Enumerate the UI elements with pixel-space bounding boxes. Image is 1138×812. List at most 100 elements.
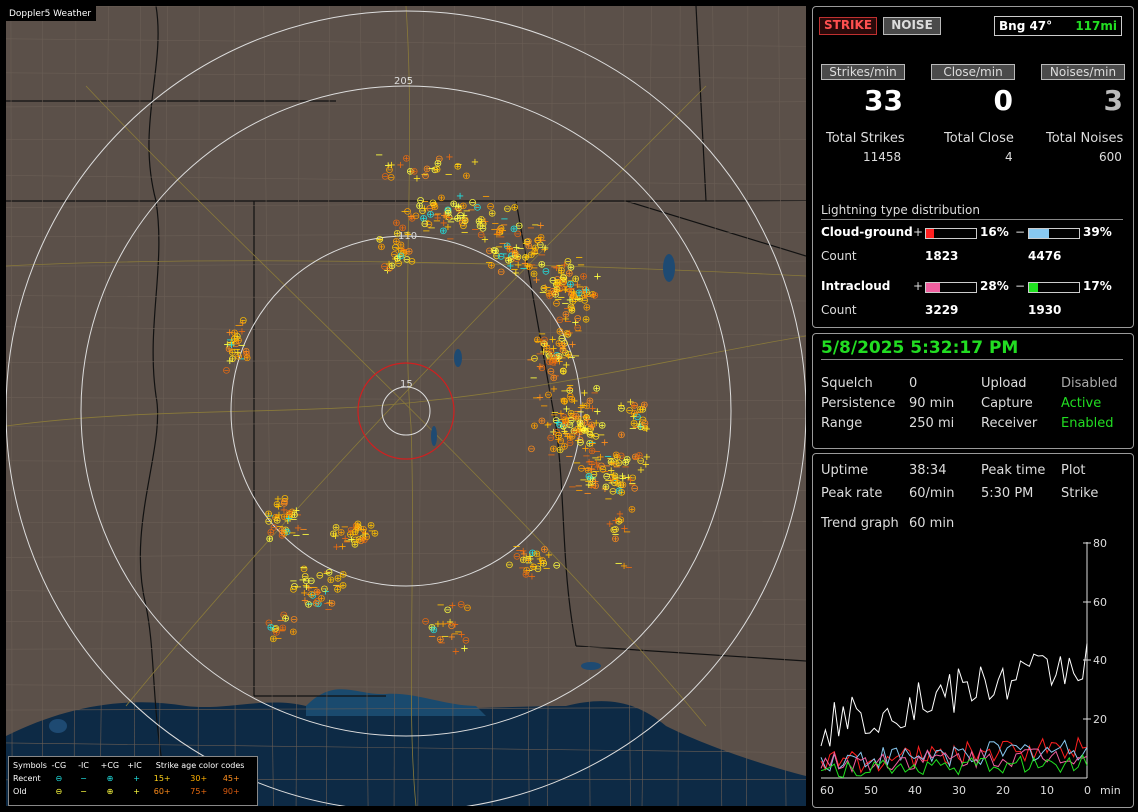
strike-marker: + bbox=[227, 340, 235, 351]
strike-marker: ⊕ bbox=[582, 314, 590, 325]
plot-value[interactable]: Strike bbox=[1061, 486, 1098, 501]
strike-marker: ⊖ bbox=[444, 605, 452, 616]
strike-marker: ⊕ bbox=[585, 472, 593, 483]
legend-old-age-1: 60+ bbox=[153, 787, 171, 796]
total-close-label: Total Close bbox=[944, 131, 1014, 146]
strike-marker: + bbox=[226, 328, 234, 339]
strike-markers: ⊕+⊖⊕ ⊖+⊕+ ⊖⊖−− ⊖⊕⊖++⊖⊕−⊖−− −+− ⊕⊖⊖⊖⊕ ⊖⊖−⊖+⊖⊕⊖−… bbox=[222, 150, 651, 658]
legend-header-neg-ic: -IC bbox=[78, 761, 89, 770]
strike-marker: − bbox=[575, 252, 583, 263]
strike-marker: ⊕ bbox=[561, 419, 569, 430]
cg-pos-pct: 16% bbox=[980, 225, 1009, 239]
strike-marker: ⊕ bbox=[328, 598, 336, 609]
trend-graph-label: Trend graph bbox=[821, 516, 899, 531]
y-tick-40: 40 bbox=[1093, 654, 1107, 667]
strike-marker: ⊖ bbox=[421, 219, 429, 230]
legend-recent-age-1: 15+ bbox=[153, 774, 171, 783]
strike-marker: ⊖ bbox=[421, 171, 429, 182]
capture-label: Capture bbox=[981, 396, 1033, 411]
legend-old-age-2: 75+ bbox=[190, 787, 208, 796]
strike-marker: ⊖ bbox=[497, 267, 505, 278]
strike-marker: − bbox=[575, 481, 583, 492]
strike-marker: ⊖ bbox=[534, 235, 542, 246]
strike-marker: + bbox=[528, 571, 536, 582]
app-title: Doppler5 Weather bbox=[6, 6, 97, 21]
strike-marker: + bbox=[560, 260, 568, 271]
strike-marker: ⊕ bbox=[591, 291, 599, 302]
strike-marker: ⊖ bbox=[555, 431, 563, 442]
strike-marker: ⊖ bbox=[538, 363, 546, 374]
status-panel: 5/8/2025 5:32:17 PM Squelch 0 Upload Dis… bbox=[812, 333, 1134, 449]
legend-recent-pos-cg-icon: ⊕ bbox=[106, 774, 114, 783]
strike-marker: ⊕ bbox=[392, 218, 400, 229]
strike-marker: − bbox=[441, 632, 449, 643]
cg-pos-bar bbox=[925, 228, 977, 239]
strike-marker: ⊖ bbox=[397, 251, 405, 262]
strike-marker: ⊕ bbox=[533, 335, 541, 346]
strike-marker: ⊖ bbox=[556, 315, 564, 326]
peak-time-label: Peak time bbox=[981, 463, 1046, 478]
ic-neg-pct: 17% bbox=[1083, 279, 1112, 293]
strike-marker: ⊕ bbox=[410, 166, 418, 177]
strike-marker: ⊕ bbox=[264, 509, 272, 520]
legend-header-symbols: Symbols bbox=[13, 761, 47, 770]
cg-neg-count: 4476 bbox=[1028, 249, 1062, 263]
strike-marker: ⊖ bbox=[307, 576, 315, 587]
trend-panel: Uptime 38:34 Peak time Plot Peak rate 60… bbox=[812, 453, 1134, 808]
noise-button[interactable]: NOISE bbox=[883, 17, 941, 35]
strike-marker: ⊕ bbox=[527, 250, 535, 261]
ic-count-label: Count bbox=[821, 303, 857, 317]
strike-marker: − bbox=[461, 228, 469, 239]
legend-old-neg-cg-icon: ⊖ bbox=[55, 787, 63, 796]
legend-recent-neg-ic-icon: − bbox=[80, 774, 87, 783]
strike-marker: ⊕ bbox=[549, 358, 557, 369]
strike-map[interactable]: 205 110 15 ⊕ + ⊖ ⊕ ⊖ + ⊕ + ⊖ ⊖ − − ⊖ ⊕ ⊖ + + ⊖ ⊕ − ⊖ − − − + − ⊕ ⊖ ⊖… bbox=[6, 6, 806, 806]
strike-marker: − bbox=[458, 213, 466, 224]
strike-marker: ⊖ bbox=[416, 195, 424, 206]
strike-marker: + bbox=[404, 229, 412, 240]
strike-marker: + bbox=[601, 438, 609, 449]
y-tick-20: 20 bbox=[1093, 713, 1107, 726]
x-tick-40: 40 bbox=[908, 784, 922, 797]
x-tick-20: 20 bbox=[996, 784, 1010, 797]
uptime-value: 38:34 bbox=[909, 463, 947, 478]
strike-marker: ⊖ bbox=[479, 219, 487, 230]
noises-per-min-label[interactable]: Noises/min bbox=[1041, 64, 1125, 80]
ic-neg-trend-line bbox=[820, 753, 1088, 778]
strike-marker: + bbox=[593, 272, 601, 283]
strike-marker: ⊕ bbox=[617, 430, 625, 441]
strike-marker: ⊖ bbox=[566, 438, 574, 449]
map-canvas[interactable]: 205 110 15 ⊕+⊖⊕ ⊖+⊕+ ⊖⊖−− ⊖⊕⊖++⊖⊕−⊖−− −+− ⊕⊖⊖… bbox=[6, 6, 806, 806]
strike-marker: + bbox=[387, 160, 395, 171]
strike-marker: + bbox=[617, 400, 625, 411]
strike-marker: ⊖ bbox=[239, 315, 247, 326]
trend-graph-value: 60 min bbox=[909, 516, 955, 531]
legend-recent-pos-ic-icon: + bbox=[133, 774, 140, 783]
upload-label: Upload bbox=[981, 376, 1027, 391]
strike-marker: ⊖ bbox=[408, 257, 416, 268]
cg-neg-sign: − bbox=[1015, 225, 1026, 239]
strike-marker: ⊕ bbox=[628, 505, 636, 516]
strike-marker: ⊕ bbox=[598, 421, 606, 432]
strike-marker: ⊕ bbox=[278, 526, 286, 537]
legend-old-age-3: 90+ bbox=[222, 787, 240, 796]
strike-marker: ⊖ bbox=[421, 616, 429, 627]
strikes-per-min-value: 33 bbox=[864, 84, 903, 117]
strike-marker: − bbox=[604, 476, 612, 487]
strike-marker: + bbox=[457, 630, 465, 641]
close-per-min-label[interactable]: Close/min bbox=[931, 64, 1015, 80]
strike-marker: + bbox=[593, 406, 601, 417]
strike-marker: + bbox=[618, 471, 626, 482]
strike-marker: ⊕ bbox=[434, 159, 442, 170]
strike-marker: − bbox=[497, 232, 505, 243]
strike-marker: + bbox=[352, 527, 360, 538]
strikes-per-min-label[interactable]: Strikes/min bbox=[821, 64, 905, 80]
legend-recent-neg-cg-icon: ⊖ bbox=[55, 774, 63, 783]
strike-button[interactable]: STRIKE bbox=[819, 17, 877, 35]
strike-marker: ⊕ bbox=[430, 625, 438, 636]
strike-marker: ⊕ bbox=[289, 627, 297, 638]
strike-marker: ⊕ bbox=[540, 545, 548, 556]
strike-marker: − bbox=[299, 525, 307, 536]
strike-marker: − bbox=[277, 615, 285, 626]
legend-header-pos-ic: +IC bbox=[127, 761, 142, 770]
